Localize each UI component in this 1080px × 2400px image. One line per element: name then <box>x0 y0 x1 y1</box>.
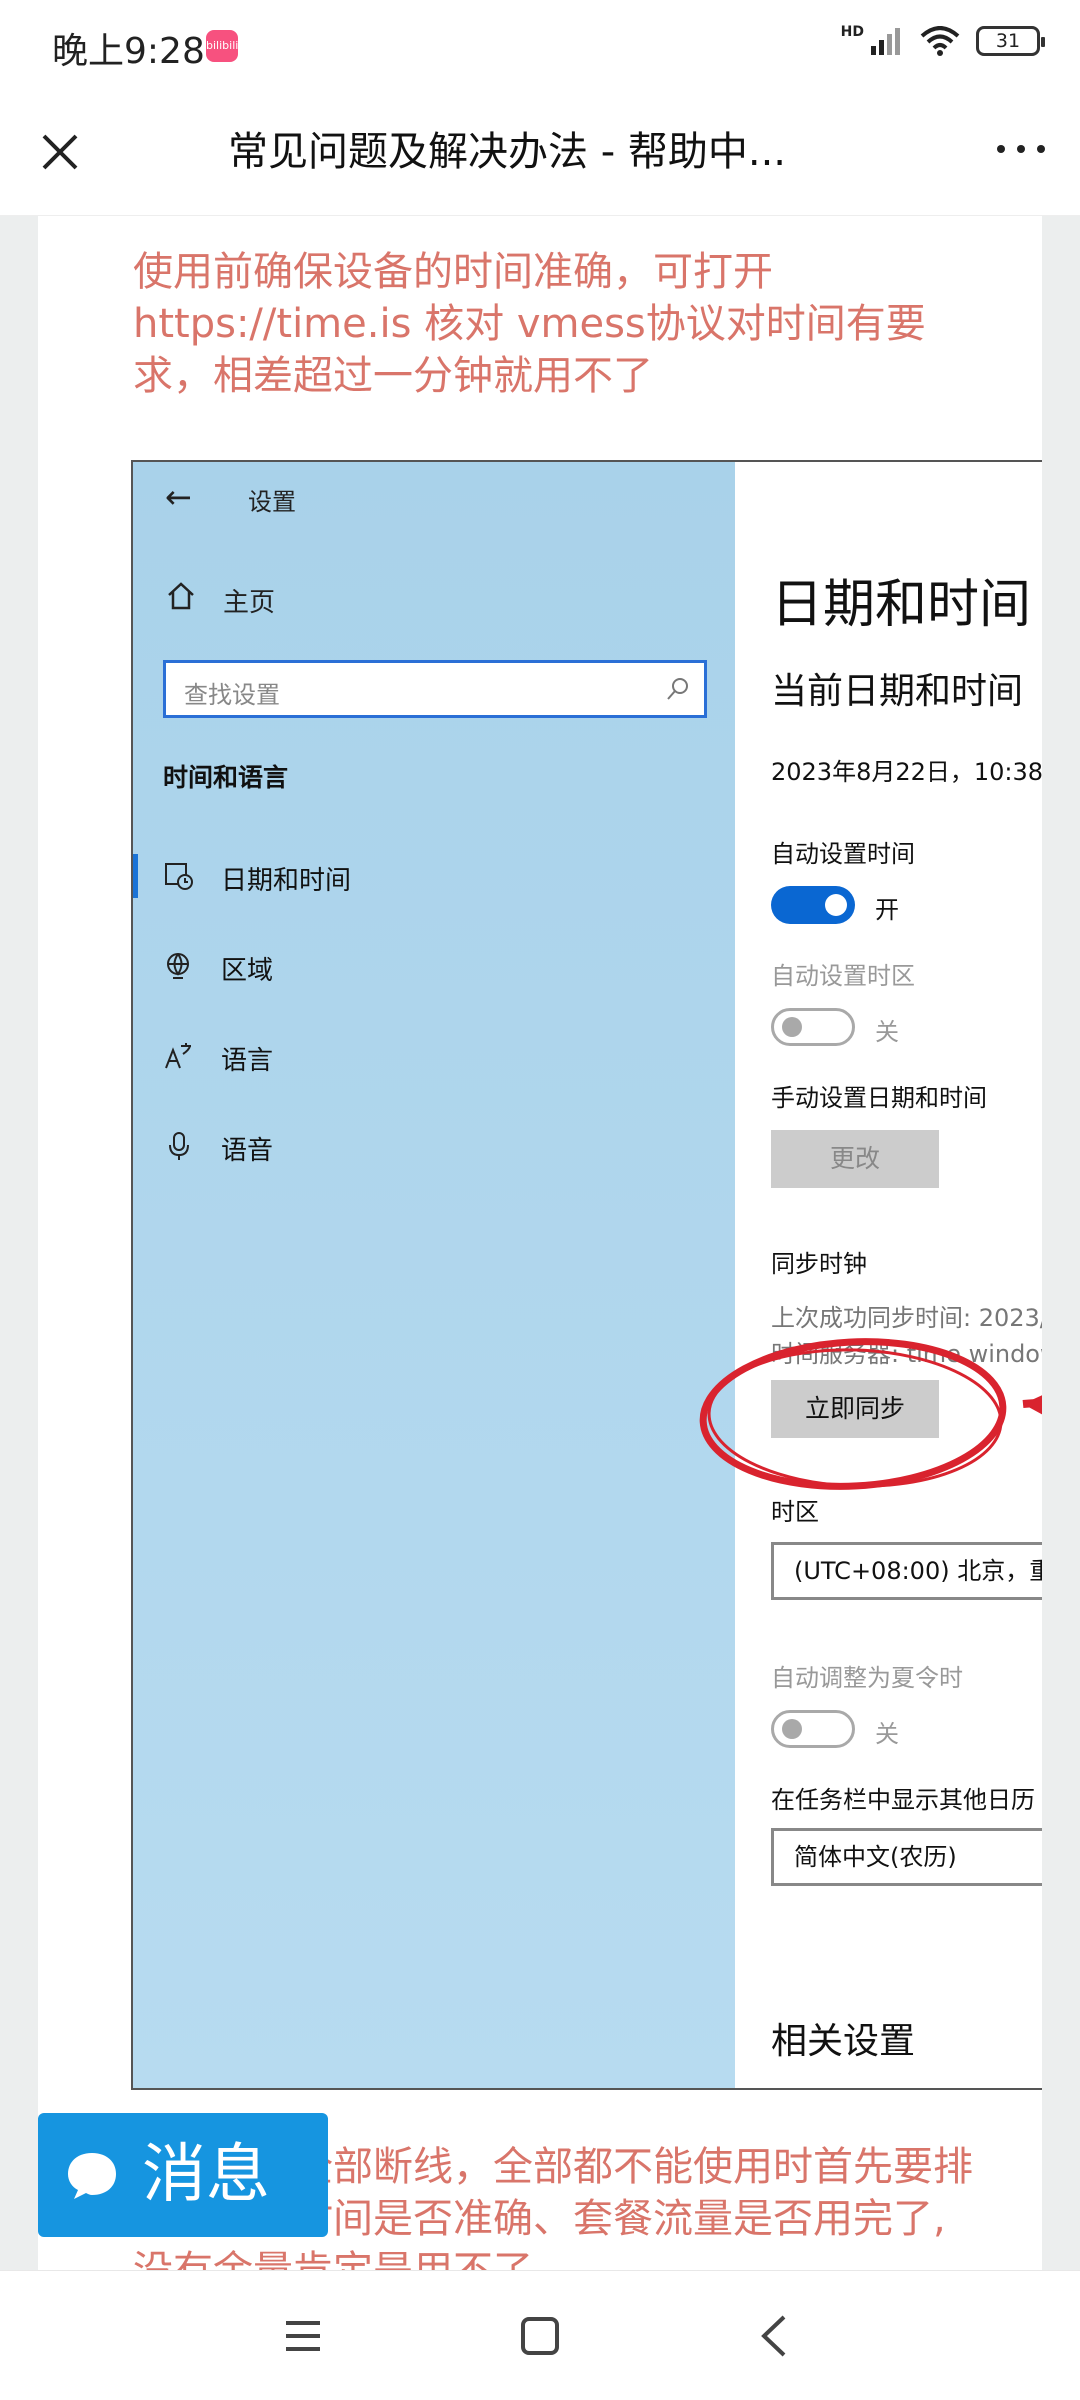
auto-zone-toggle <box>771 1008 855 1046</box>
nav-speech: 语音 <box>133 1116 733 1176</box>
globe-icon <box>167 953 189 979</box>
battery-indicator: 31 <box>976 26 1045 56</box>
back-icon: ← <box>165 478 192 516</box>
search-icon <box>667 678 688 700</box>
annotation-circle <box>699 1338 1042 1490</box>
wifi-icon <box>920 26 960 56</box>
menu-icon[interactable] <box>268 2301 338 2371</box>
close-icon[interactable] <box>30 122 90 182</box>
dst-state: 关 <box>875 1720 899 1748</box>
bilibili-icon: bilibili <box>206 30 238 62</box>
auto-time-state: 开 <box>875 896 899 924</box>
nav-language: 语言 <box>133 1026 733 1086</box>
calendar-clock-icon <box>165 863 193 890</box>
language-icon <box>165 1043 191 1069</box>
settings-sidebar: ← 设置 主页 查找设置 时间和语言 日期和时间 区域 语言 语音 <box>133 462 735 2088</box>
nav-label: 区域 <box>221 956 274 986</box>
nav-date-time: 日期和时间 <box>133 846 733 906</box>
nav-label: 日期和时间 <box>221 866 352 896</box>
hd-indicator: HD <box>840 24 864 40</box>
auto-time-toggle <box>771 886 855 924</box>
sync-clock-label: 同步时钟 <box>771 1250 867 1278</box>
top-bar: 常见问题及解决办法 - 帮助中... <box>0 92 1080 216</box>
settings-title: 设置 <box>248 488 296 516</box>
manual-time-label: 手动设置日期和时间 <box>771 1084 987 1112</box>
home-icon <box>168 582 194 610</box>
nav-label: 语言 <box>221 1046 274 1076</box>
related-settings-link: 日期、时间和区域格式设置 <box>771 2082 1035 2088</box>
status-bar: 晚上9:28 bilibili HD 31 <box>0 0 1080 92</box>
dst-label: 自动调整为夏令时 <box>771 1664 963 1692</box>
system-nav-bar <box>0 2270 1080 2400</box>
status-time: 晚上9:28 <box>52 31 205 72</box>
related-settings-heading: 相关设置 <box>771 2021 916 2062</box>
chat-bubble-icon <box>68 2153 116 2199</box>
intro-text: 使用前确保设备的时间准确，可打开 https://time.is 核对 vmes… <box>133 249 926 399</box>
settings-subheading: 当前日期和时间 <box>771 671 1024 712</box>
settings-search-box: 查找设置 <box>163 660 707 718</box>
more-icon <box>997 145 1045 153</box>
auto-time-label: 自动设置时间 <box>771 840 915 868</box>
message-label: 消息 <box>142 2138 270 2212</box>
nav-region: 区域 <box>133 936 733 996</box>
section-title: 时间和语言 <box>163 763 289 792</box>
article-content: 使用前确保设备的时间准确，可打开 https://time.is 核对 vmes… <box>38 216 1042 2270</box>
change-button: 更改 <box>771 1130 939 1188</box>
message-button[interactable]: 消息 <box>38 2113 328 2237</box>
settings-main: 日期和时间 当前日期和时间 2023年8月22日，10:38 自动设置时间 开 … <box>735 462 1042 2088</box>
more-options-button[interactable] <box>986 122 1056 182</box>
calendar-label: 在任务栏中显示其他日历 <box>771 1786 1035 1814</box>
page-title: 常见问题及解决办法 - 帮助中... <box>228 129 787 175</box>
settings-screenshot: ← 设置 主页 查找设置 时间和语言 日期和时间 区域 语言 语音 日期和时间 … <box>131 460 1042 2090</box>
back-button-icon[interactable] <box>740 2301 810 2371</box>
home-button-icon[interactable] <box>505 2301 575 2371</box>
dst-toggle <box>771 1710 855 1748</box>
nav-label: 语音 <box>221 1136 274 1166</box>
auto-zone-label: 自动设置时区 <box>771 962 915 990</box>
auto-zone-state: 关 <box>875 1018 899 1046</box>
timezone-select: (UTC+08:00) 北京，重庆 <box>771 1542 1042 1600</box>
settings-heading: 日期和时间 <box>771 575 1032 635</box>
microphone-icon <box>169 1132 189 1160</box>
current-datetime: 2023年8月22日，10:38 <box>771 758 1042 786</box>
home-label: 主页 <box>223 588 276 618</box>
calendar-select: 简体中文(农历) <box>771 1828 1042 1886</box>
signal-icon <box>871 28 900 55</box>
search-placeholder: 查找设置 <box>184 681 280 709</box>
status-icons: HD 31 <box>840 24 1045 56</box>
